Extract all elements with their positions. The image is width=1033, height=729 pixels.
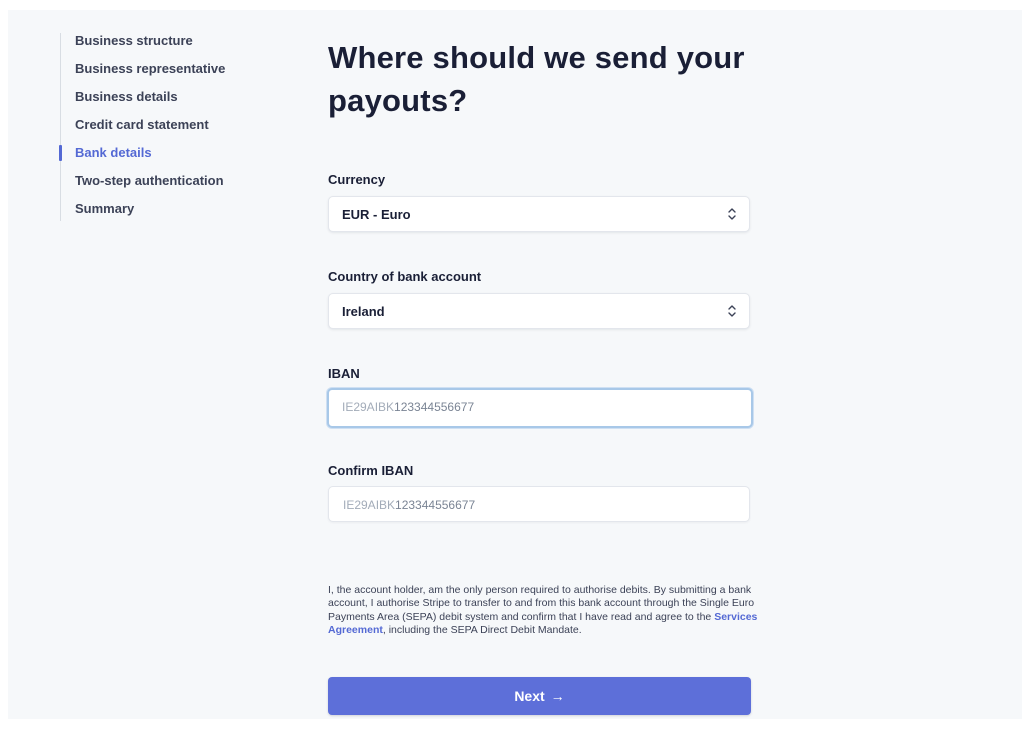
confirm-iban-input[interactable]: IE29AIBK123344556677 — [328, 486, 750, 522]
next-button[interactable]: Next → — [328, 677, 751, 715]
sidebar-item-two-step-authentication[interactable]: Two-step authentication — [60, 173, 280, 201]
sidebar-item-business-representative[interactable]: Business representative — [60, 61, 280, 89]
confirm-iban-label: Confirm IBAN — [328, 463, 414, 478]
currency-label: Currency — [328, 172, 386, 187]
country-value: Ireland — [342, 304, 385, 319]
sidebar-item-business-details[interactable]: Business details — [60, 89, 280, 117]
bank-details-form: Where should we send your payouts? Curre… — [327, 36, 757, 715]
iban-prefix: IE29AIBK — [342, 400, 395, 414]
legal-text-before: I, the account holder, am the only perso… — [328, 584, 755, 623]
sepa-mandate-text: I, the account holder, am the only perso… — [328, 584, 758, 638]
iban-rest: 123344556677 — [394, 400, 475, 414]
confirm-iban-rest: 123344556677 — [395, 498, 476, 512]
currency-value: EUR - Euro — [342, 207, 411, 222]
sidebar-item-business-structure[interactable]: Business structure — [60, 33, 280, 61]
sidebar-item-summary[interactable]: Summary — [60, 201, 280, 229]
legal-text-after: , including the SEPA Direct Debit Mandat… — [382, 624, 582, 637]
iban-value: IE29AIBK123344556677 — [342, 400, 474, 414]
iban-input[interactable]: IE29AIBK123344556677 — [327, 388, 753, 428]
arrow-right-icon: → — [550, 688, 565, 704]
page-title: Where should we send your payouts? — [328, 40, 745, 118]
currency-select[interactable]: EUR - Euro — [328, 196, 750, 232]
iban-label: IBAN — [328, 366, 360, 381]
confirm-iban-prefix: IE29AIBK — [343, 498, 396, 512]
sidebar-item-credit-card-statement[interactable]: Credit card statement — [60, 117, 280, 145]
page-container: Business structure Business representati… — [8, 10, 1022, 719]
country-label: Country of bank account — [328, 269, 482, 284]
chevron-up-down-icon — [728, 208, 736, 220]
sidebar-item-bank-details[interactable]: Bank details — [59, 145, 280, 173]
next-button-label: Next — [514, 688, 545, 704]
confirm-iban-value: IE29AIBK123344556677 — [343, 498, 475, 512]
sidebar-steps: Business structure Business representati… — [59, 33, 280, 229]
chevron-up-down-icon — [728, 305, 736, 317]
country-select[interactable]: Ireland — [328, 293, 750, 329]
